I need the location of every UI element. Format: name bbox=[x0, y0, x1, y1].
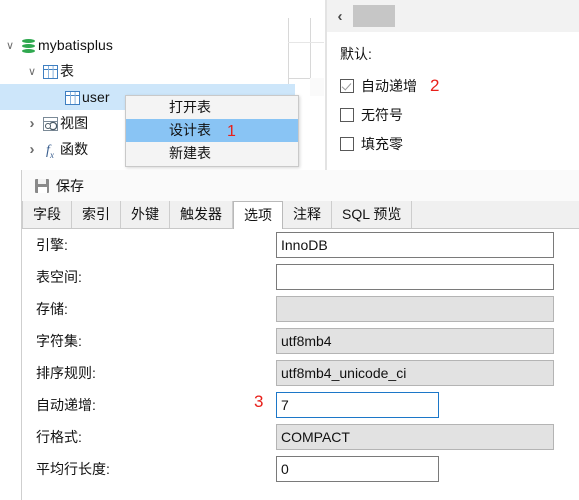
chevron-down-icon[interactable] bbox=[24, 65, 40, 78]
function-fx-icon: fx bbox=[46, 143, 54, 160]
database-icon bbox=[18, 37, 38, 53]
save-button-label[interactable]: 保存 bbox=[56, 176, 84, 196]
options-form: 引擎: InnoDB 表空间: 存储: 字符集: utf8mb4 排序规则: u… bbox=[22, 229, 579, 500]
tab-triggers[interactable]: 触发器 bbox=[170, 201, 233, 228]
database-tree-pane: mybatisplus 表 user 视图 fx 函数 打开表 bbox=[0, 0, 327, 170]
checkbox-unchecked-icon[interactable] bbox=[340, 137, 354, 151]
tree-item-label: 视图 bbox=[60, 115, 89, 131]
tree-item-label: 函数 bbox=[60, 141, 89, 157]
context-menu-item-design-table[interactable]: 设计表 1 bbox=[126, 119, 298, 142]
context-menu-item-new-table[interactable]: 新建表 bbox=[126, 142, 298, 165]
app-window: mybatisplus 表 user 视图 fx 函数 打开表 bbox=[0, 0, 579, 500]
tab-indexes[interactable]: 索引 bbox=[72, 201, 121, 228]
context-menu-item-label: 设计表 bbox=[169, 122, 211, 138]
field-label-row-format: 行格式: bbox=[36, 429, 82, 445]
property-pane-header: ‹ bbox=[327, 0, 579, 32]
chevron-right-icon[interactable] bbox=[24, 141, 40, 158]
annotation-marker-2: 2 bbox=[430, 76, 440, 95]
field-label-storage: 存储: bbox=[36, 301, 68, 317]
table-icon bbox=[62, 89, 82, 105]
annotation-marker-3: 3 bbox=[254, 392, 264, 411]
context-menu-item-label: 新建表 bbox=[169, 145, 211, 161]
form-row-row-format: 行格式: COMPACT bbox=[22, 421, 579, 453]
context-menu-item-open-table[interactable]: 打开表 bbox=[126, 96, 298, 119]
field-label-engine: 引擎: bbox=[36, 237, 68, 253]
table-designer-panel: 保存 字段 索引 外键 触发器 选项 注释 SQL 预览 引擎: InnoDB … bbox=[21, 170, 579, 500]
field-input-collation[interactable]: utf8mb4_unicode_ci bbox=[276, 360, 554, 386]
tab-fields[interactable]: 字段 bbox=[22, 201, 72, 228]
field-input-storage[interactable] bbox=[276, 296, 554, 322]
field-label-charset: 字符集: bbox=[36, 333, 82, 349]
tree-item-mybatisplus[interactable]: mybatisplus bbox=[0, 32, 295, 58]
chevron-right-icon[interactable] bbox=[24, 115, 40, 132]
checkbox-row-unsigned[interactable]: 无符号 bbox=[340, 102, 579, 128]
checkbox-checked-icon[interactable] bbox=[340, 79, 354, 93]
property-pane-body: 默认: 自动递增 2 无符号 填充零 bbox=[327, 32, 579, 170]
field-input-avg-row-length[interactable]: 0 bbox=[276, 456, 439, 482]
tree-item-label: user bbox=[82, 89, 110, 105]
designer-toolbar: 保存 bbox=[22, 170, 579, 201]
default-section-label: 默认: bbox=[340, 46, 372, 62]
view-icon bbox=[40, 115, 60, 131]
form-row-collation: 排序规则: utf8mb4_unicode_ci bbox=[22, 357, 579, 389]
checkbox-row-auto-increment[interactable]: 自动递增 2 bbox=[340, 73, 579, 99]
form-row-tablespace: 表空间: bbox=[22, 261, 579, 293]
context-menu: 打开表 设计表 1 新建表 bbox=[125, 95, 299, 167]
form-row-avg-row-length: 平均行长度: 0 bbox=[22, 453, 579, 485]
checkbox-row-zerofill[interactable]: 填充零 bbox=[340, 131, 579, 157]
field-input-engine[interactable]: InnoDB bbox=[276, 232, 554, 258]
tab-options[interactable]: 选项 bbox=[233, 201, 283, 229]
form-row-storage: 存储: bbox=[22, 293, 579, 325]
checkbox-label: 填充零 bbox=[361, 136, 403, 152]
tree-item-tables[interactable]: 表 bbox=[0, 58, 295, 84]
field-label-avg-row-length: 平均行长度: bbox=[36, 461, 110, 477]
chevron-left-icon[interactable]: ‹ bbox=[327, 9, 353, 24]
form-row-charset: 字符集: utf8mb4 bbox=[22, 325, 579, 357]
field-input-charset[interactable]: utf8mb4 bbox=[276, 328, 554, 354]
save-icon[interactable] bbox=[35, 178, 49, 193]
checkbox-label: 无符号 bbox=[361, 107, 403, 123]
header-swatch[interactable] bbox=[353, 5, 395, 27]
tree-item-label: mybatisplus bbox=[38, 37, 114, 53]
form-row-engine: 引擎: InnoDB bbox=[22, 229, 579, 261]
tab-comment[interactable]: 注释 bbox=[283, 201, 332, 228]
field-input-row-format[interactable]: COMPACT bbox=[276, 424, 554, 450]
checkbox-label: 自动递增 bbox=[361, 78, 417, 94]
field-input-auto-increment[interactable]: 7 bbox=[276, 392, 439, 418]
field-property-pane: ‹ 默认: 自动递增 2 无符号 填充零 bbox=[327, 0, 579, 170]
chevron-down-icon[interactable] bbox=[2, 39, 18, 52]
form-row-auto-increment: 自动递增: 3 7 bbox=[22, 389, 579, 421]
context-menu-item-label: 打开表 bbox=[169, 99, 211, 115]
checkbox-unchecked-icon[interactable] bbox=[340, 108, 354, 122]
field-label-collation: 排序规则: bbox=[36, 365, 96, 381]
field-label-auto-increment: 自动递增: bbox=[36, 397, 96, 413]
table-icon bbox=[40, 63, 60, 79]
tree-item-label: 表 bbox=[60, 63, 75, 79]
tab-foreign-keys[interactable]: 外键 bbox=[121, 201, 170, 228]
annotation-marker-1: 1 bbox=[227, 123, 236, 140]
field-label-tablespace: 表空间: bbox=[36, 269, 82, 285]
designer-tabs: 字段 索引 外键 触发器 选项 注释 SQL 预览 bbox=[22, 201, 579, 229]
field-input-tablespace[interactable] bbox=[276, 264, 554, 290]
tab-sql-preview[interactable]: SQL 预览 bbox=[332, 201, 413, 228]
